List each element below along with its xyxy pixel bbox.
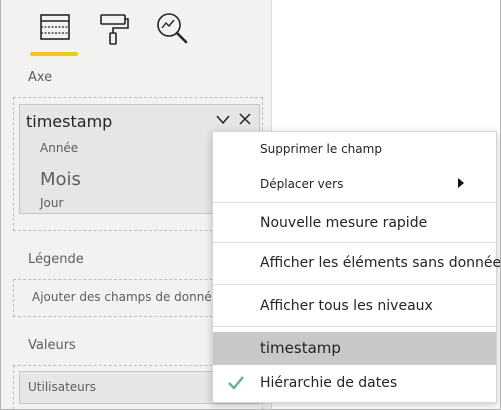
menu-separator [213, 326, 496, 327]
checkmark-icon [228, 376, 244, 390]
pane-tabs [0, 0, 272, 62]
field-context-menu: Supprimer le champ Déplacer vers Nouvell… [212, 131, 501, 403]
fields-icon [40, 14, 70, 40]
analytics-tab[interactable] [154, 10, 198, 50]
axis-label: Axe [28, 70, 53, 85]
menu-item-show-all-levels[interactable]: Afficher tous les niveaux [213, 285, 496, 326]
menu-item-move-to[interactable]: Déplacer vers [213, 168, 496, 201]
active-tab-indicator [30, 52, 78, 56]
close-icon[interactable] [239, 113, 251, 125]
analytics-magnifier-icon [157, 13, 188, 44]
hierarchy-level-day[interactable]: Jour [40, 196, 63, 210]
menu-item-new-quick-measure[interactable]: Nouvelle mesure rapide [213, 203, 496, 241]
menu-item-date-hierarchy[interactable]: Hiérarchie de dates [213, 367, 496, 401]
menu-item-remove-field[interactable]: Supprimer le champ [213, 132, 496, 168]
hierarchy-level-year[interactable]: Année [40, 141, 78, 155]
values-field-name: Utilisateurs [28, 380, 96, 394]
legend-label: Légende [28, 252, 84, 267]
fields-tab[interactable] [38, 10, 82, 50]
menu-item-show-items-no-data[interactable]: Afficher les éléments sans données [213, 243, 501, 283]
legend-placeholder: Ajouter des champs de données ici [32, 290, 243, 304]
format-tab[interactable] [96, 10, 140, 50]
menu-item-timestamp[interactable]: timestamp [213, 332, 496, 365]
values-label: Valeurs [28, 338, 76, 353]
axis-field-name: timestamp [26, 112, 113, 131]
hierarchy-level-month[interactable]: Mois [40, 169, 81, 190]
chevron-down-icon[interactable] [216, 114, 230, 126]
submenu-arrow-icon [458, 178, 464, 188]
format-paint-roller-icon [100, 14, 129, 45]
